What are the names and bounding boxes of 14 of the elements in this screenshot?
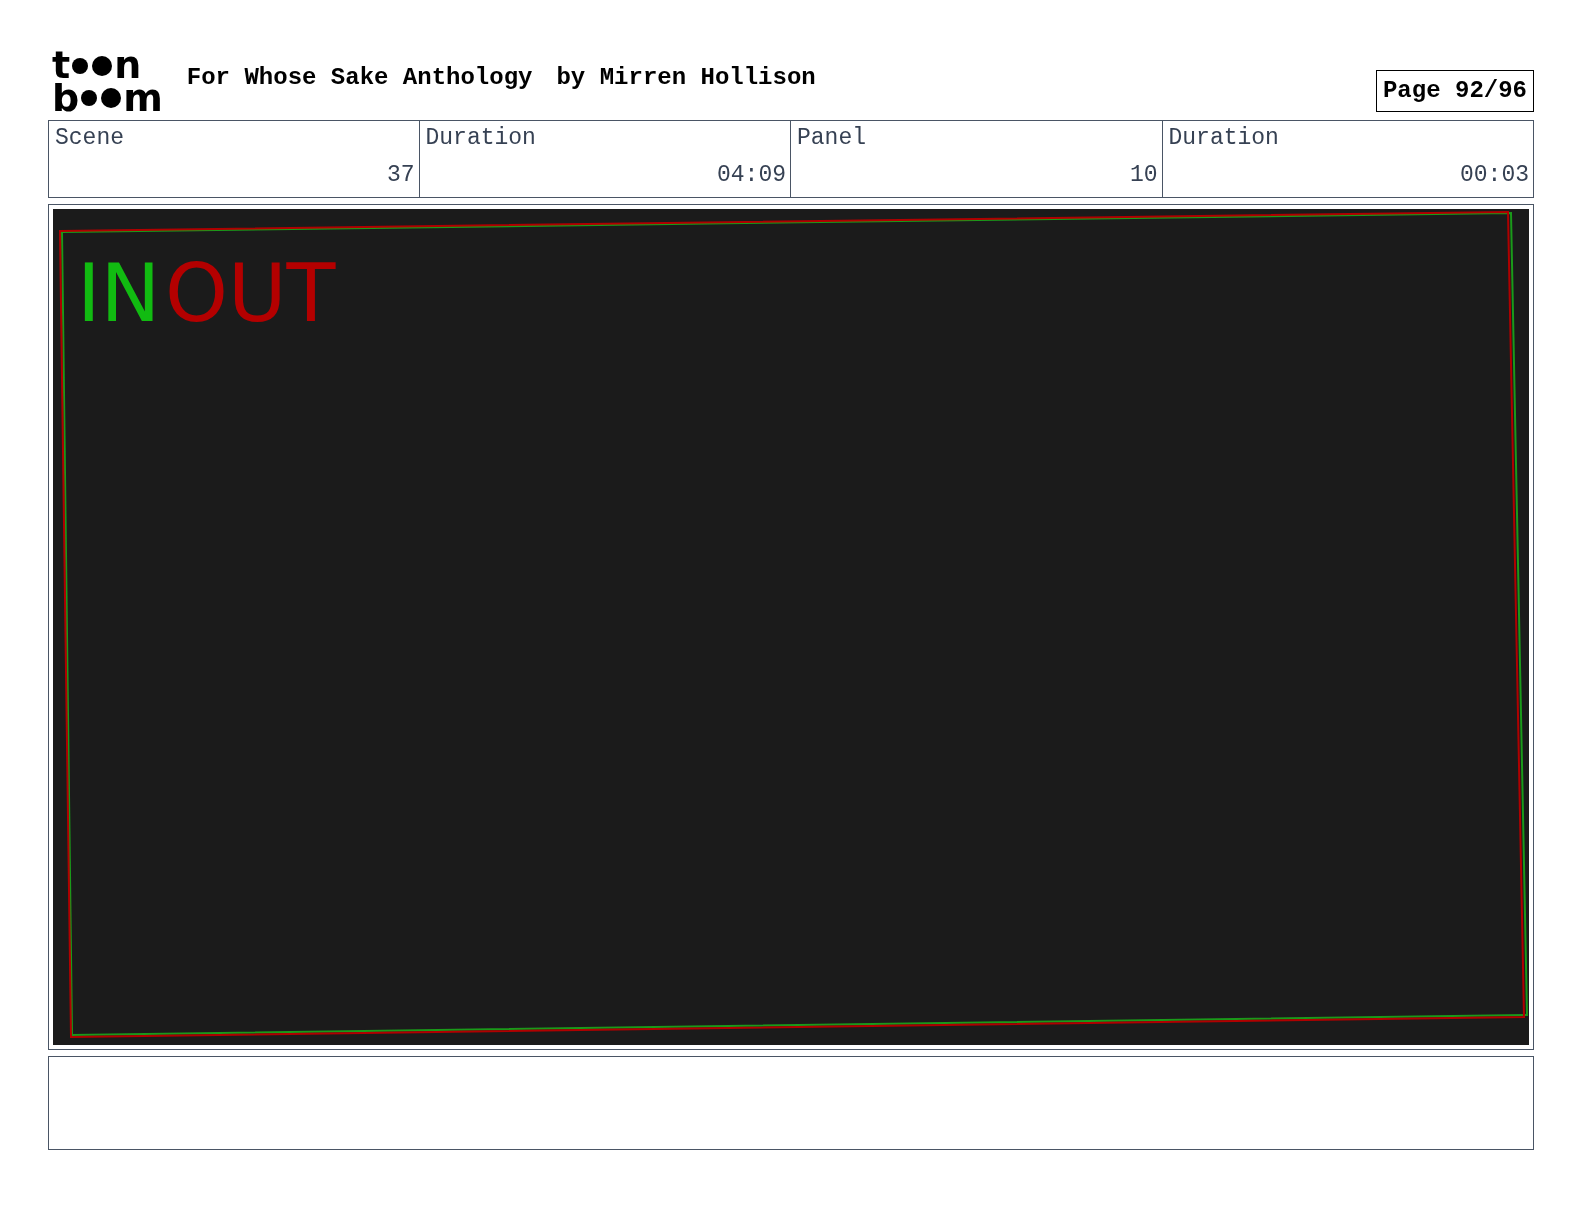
in-label: IN <box>77 247 161 340</box>
table-cell-text: 04:09 <box>717 160 786 190</box>
column-heading: Scene <box>55 124 124 153</box>
logo: t n b m <box>52 49 163 114</box>
table-cell-text: 37 <box>386 160 415 190</box>
out-label: OUT <box>165 247 336 340</box>
author: by Mirren Hollison <box>556 62 816 93</box>
column-heading: Duration <box>1168 124 1279 153</box>
table-cell-text: 10 <box>1129 160 1158 190</box>
page-number: Page 92/96 <box>1375 70 1534 112</box>
storyboard-title: For Whose Sake Anthology <box>186 62 533 93</box>
column-heading: Panel <box>797 124 866 153</box>
column-heading: Duration <box>425 124 536 153</box>
table-cell-text: 00:03 <box>1460 160 1529 190</box>
